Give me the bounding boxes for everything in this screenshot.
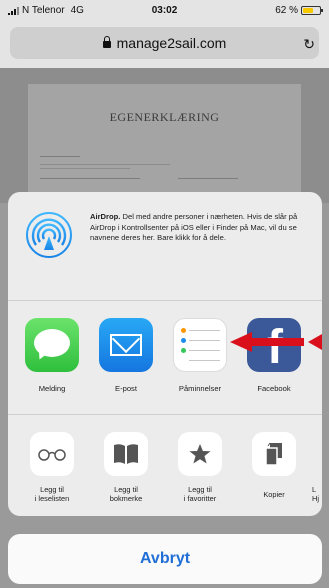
battery-icon [301,6,323,15]
action-bookmark[interactable]: Legg til bokmerke [96,432,156,503]
airdrop-description: AirDrop. Del med andre personer i nærhet… [90,212,314,244]
share-apps-row: Melding E-post Påminnelser f Facebook [8,300,322,415]
status-bar: N Telenor 4G 03:02 62 % [0,0,329,22]
share-app-label: E-post [115,384,137,393]
annotation-arrow [230,332,304,352]
action-label: Legg til i leselisten [34,485,70,503]
document-text-line [40,168,130,169]
document-text-line [40,178,140,179]
reminders-icon [173,318,227,372]
cancel-button[interactable]: Avbryt [8,534,322,584]
share-app-label: Påminnelser [178,384,222,393]
status-right: 62 % [275,5,323,16]
address-field[interactable]: manage2sail.com [10,27,319,59]
share-app-facebook[interactable]: f Facebook [244,318,304,393]
airdrop-body: Del med andre personer i nærheten. Hvis … [90,212,298,242]
document-text-line [40,156,80,157]
action-reading-list[interactable]: Legg til i leselisten [22,432,82,503]
share-app-melding[interactable]: Melding [22,318,82,393]
battery-fill [303,8,313,13]
messages-icon [25,318,79,372]
mail-icon [99,318,153,372]
url-text: manage2sail.com [116,35,227,51]
document-text-line [40,164,170,165]
action-label: Legg til bokmerke [109,485,143,503]
book-icon [104,432,148,476]
browser-url-bar: manage2sail.com ↻ [0,22,329,68]
share-app-e-post[interactable]: E-post [96,318,156,393]
airdrop-section[interactable]: AirDrop. Del med andre personer i nærhet… [8,192,322,301]
action-label: Legg til i favoritter [183,485,217,503]
action-label: Kopier [263,490,285,499]
action-partial[interactable]: L Hj [312,432,322,503]
airdrop-icon [26,212,72,258]
annotation-arrow-partial [308,334,322,350]
action-copy[interactable]: Kopier [244,432,304,499]
document-title: EGENERKLÆRING [109,110,220,124]
document-text-line [178,178,238,179]
share-actions-row: Legg til i leselisten Legg til bokmerke … [8,414,322,516]
reload-icon[interactable]: ↻ [303,36,315,53]
airdrop-title: AirDrop. [90,212,121,221]
star-icon [178,432,222,476]
copy-icon [252,432,296,476]
share-app-paminnelser[interactable]: Påminnelser [170,318,230,393]
action-label: L Hj [312,485,319,503]
action-favorites[interactable]: Legg til i favoritter [170,432,230,503]
share-app-label: Facebook [257,384,291,393]
share-sheet: AirDrop. Del med andre personer i nærhet… [8,192,322,516]
share-app-label: Melding [38,384,66,393]
glasses-icon [30,432,74,476]
lock-icon [102,36,111,48]
battery-percent: 62 % [275,5,298,16]
